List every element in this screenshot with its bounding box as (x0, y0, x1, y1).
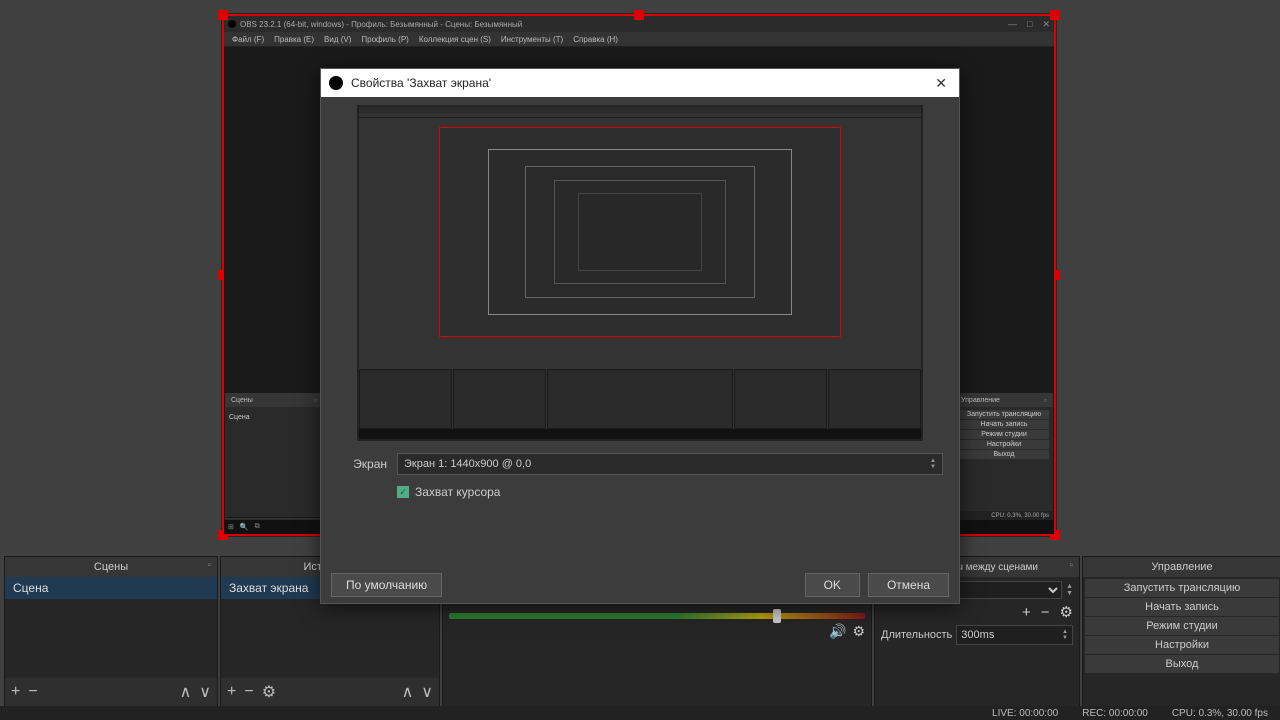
remove-icon[interactable]: − (28, 683, 37, 701)
inner-window-title: OBS 23.2.1 (64-bit, windows) - Профиль: … (240, 20, 522, 29)
status-cpu: CPU: 0.3%, 30.00 fps (1172, 708, 1268, 719)
dock-detach-icon[interactable]: ▫ (1069, 560, 1073, 571)
nested-preview (439, 127, 841, 337)
studio-mode-button[interactable]: Режим студии (1085, 617, 1279, 635)
inner-menubar: Файл (F) Правка (E) Вид (V) Профиль (P) … (224, 32, 1054, 47)
menu-item[interactable]: Вид (V) (324, 35, 351, 44)
menu-item[interactable]: Правка (E) (274, 35, 314, 44)
scenes-dock: Сцены ▫ Сцена + − ∧ ∨ (4, 556, 218, 707)
source-item-label: Захват экрана (229, 581, 308, 595)
ok-button[interactable]: OK (805, 573, 860, 597)
start-icon[interactable]: ⊞ (228, 523, 234, 531)
duration-value[interactable]: 300ms (961, 629, 1062, 641)
exit-button[interactable]: Выход (1085, 655, 1279, 673)
start-record-button[interactable]: Начать запись (1085, 598, 1279, 616)
screen-combo[interactable]: Экран 1: 1440x900 @ 0,0 ▲ ▼ (397, 453, 943, 475)
resize-handle[interactable] (634, 10, 644, 20)
scene-item[interactable]: Сцена (5, 577, 217, 599)
studio-mode-button[interactable]: Режим студии (959, 430, 1049, 439)
stepper-down-icon[interactable]: ▼ (930, 464, 936, 470)
up-icon[interactable]: ∧ (402, 682, 414, 702)
scenes-dock-title: Сцены (94, 561, 128, 573)
gear-icon[interactable]: ⚙ (262, 682, 276, 702)
remove-icon[interactable]: − (1041, 604, 1050, 621)
cancel-button[interactable]: Отмена (868, 573, 949, 597)
dock-title-label: Управление (961, 397, 1000, 404)
capture-cursor-label: Захват курсора (415, 485, 500, 499)
host-statusbar: LIVE: 00:00:00 REC: 00:00:00 CPU: 0.3%, … (0, 706, 1280, 720)
minimize-icon[interactable]: — (1008, 19, 1017, 30)
screen-value: Экран 1: 1440x900 @ 0,0 (404, 458, 531, 470)
inner-scenes-dock: Сцены▫ Сцена + − ∧ ∨ (224, 392, 324, 534)
menu-item[interactable]: Профиль (P) (361, 35, 408, 44)
capture-cursor-checkbox[interactable]: ✓ Захват курсора (337, 485, 943, 499)
obs-logo-icon (228, 20, 236, 28)
start-stream-button[interactable]: Запустить трансляцию (1085, 579, 1279, 597)
scene-item-label: Сцена (229, 414, 250, 421)
taskview-icon[interactable]: ⧉ (255, 523, 260, 531)
dialog-form: Экран Экран 1: 1440x900 @ 0,0 ▲ ▼ ✓ Захв… (321, 449, 959, 509)
menu-item[interactable]: Инструменты (T) (501, 35, 563, 44)
duration-label: Длительность (881, 629, 952, 641)
status-live: LIVE: 00:00:00 (992, 708, 1058, 719)
dialog-preview (357, 105, 923, 441)
screen-label: Экран (337, 457, 387, 471)
search-icon[interactable]: 🔍 (240, 523, 249, 531)
speaker-icon[interactable]: 🔊 (829, 623, 846, 640)
settings-button[interactable]: Настройки (959, 440, 1049, 449)
controls-dock: Управление Запустить трансляцию Начать з… (1082, 556, 1280, 707)
dock-title-label: Сцены (231, 397, 253, 404)
dock-close-icon[interactable]: ▫ (1044, 396, 1047, 405)
add-icon[interactable]: + (227, 683, 236, 701)
properties-dialog: Свойства 'Захват экрана' ✕ (320, 68, 960, 604)
dock-detach-icon[interactable]: ▫ (207, 560, 211, 571)
dialog-titlebar[interactable]: Свойства 'Захват экрана' ✕ (321, 69, 959, 97)
stepper-down-icon[interactable]: ▼ (1062, 635, 1068, 641)
up-icon[interactable]: ∧ (180, 682, 192, 702)
start-record-button[interactable]: Начать запись (959, 420, 1049, 429)
remove-icon[interactable]: − (244, 683, 253, 701)
close-icon[interactable]: ✕ (931, 75, 951, 92)
obs-logo-icon (329, 76, 343, 90)
dialog-title: Свойства 'Захват экрана' (351, 76, 491, 90)
volume-meter (449, 613, 865, 619)
gear-icon[interactable]: ⚙ (852, 623, 865, 640)
checkbox-checked-icon: ✓ (397, 486, 409, 498)
maximize-icon[interactable]: □ (1027, 19, 1032, 30)
defaults-button[interactable]: По умолчанию (331, 573, 442, 597)
window-controls: — □ ✕ (1008, 19, 1050, 30)
add-icon[interactable]: + (1022, 604, 1031, 621)
settings-button[interactable]: Настройки (1085, 636, 1279, 654)
inner-controls-dock: Управление ▫ Запустить трансляцию Начать … (954, 392, 1054, 534)
close-icon[interactable]: ✕ (1042, 19, 1050, 30)
down-icon[interactable]: ∨ (421, 682, 433, 702)
gear-icon[interactable]: ⚙ (1060, 603, 1073, 621)
controls-dock-title: Управление (1151, 561, 1212, 573)
down-icon[interactable]: ∨ (199, 682, 211, 702)
dialog-buttonbar: По умолчанию OK Отмена (321, 567, 959, 603)
scene-item[interactable]: Сцена (229, 410, 319, 424)
exit-button[interactable]: Выход (959, 450, 1049, 459)
resize-handle[interactable] (218, 10, 228, 20)
scene-item-label: Сцена (13, 581, 48, 595)
resize-handle[interactable] (1050, 10, 1060, 20)
volume-slider-thumb[interactable] (773, 609, 781, 623)
start-stream-button[interactable]: Запустить трансляцию (959, 410, 1049, 419)
inner-cpu-status: CPU: 0.3%, 30.00 fps (991, 513, 1049, 519)
status-rec: REC: 00:00:00 (1082, 708, 1148, 719)
menu-item[interactable]: Справка (H) (573, 35, 618, 44)
menu-item[interactable]: Файл (F) (232, 35, 264, 44)
add-icon[interactable]: + (11, 683, 20, 701)
dock-close-icon[interactable]: ▫ (314, 396, 317, 405)
menu-item[interactable]: Коллекция сцен (S) (419, 35, 491, 44)
desktop-background: OBS 23.2.1 (64-bit, windows) - Профиль: … (0, 0, 1280, 720)
